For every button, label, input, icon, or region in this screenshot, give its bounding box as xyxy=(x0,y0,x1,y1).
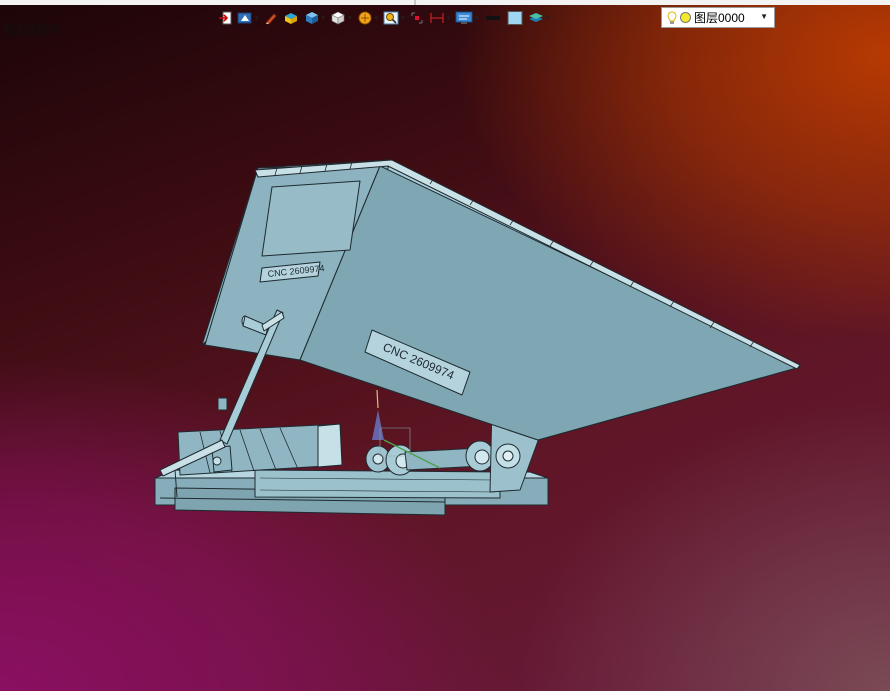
cad-viewport[interactable]: CNC 2609974 CNC 2609974 xyxy=(0,0,890,691)
hopper-body: CNC 2609974 CNC 2609974 xyxy=(201,159,801,441)
base-frame xyxy=(154,469,549,516)
dump-hopper-model[interactable]: CNC 2609974 CNC 2609974 xyxy=(154,159,801,516)
